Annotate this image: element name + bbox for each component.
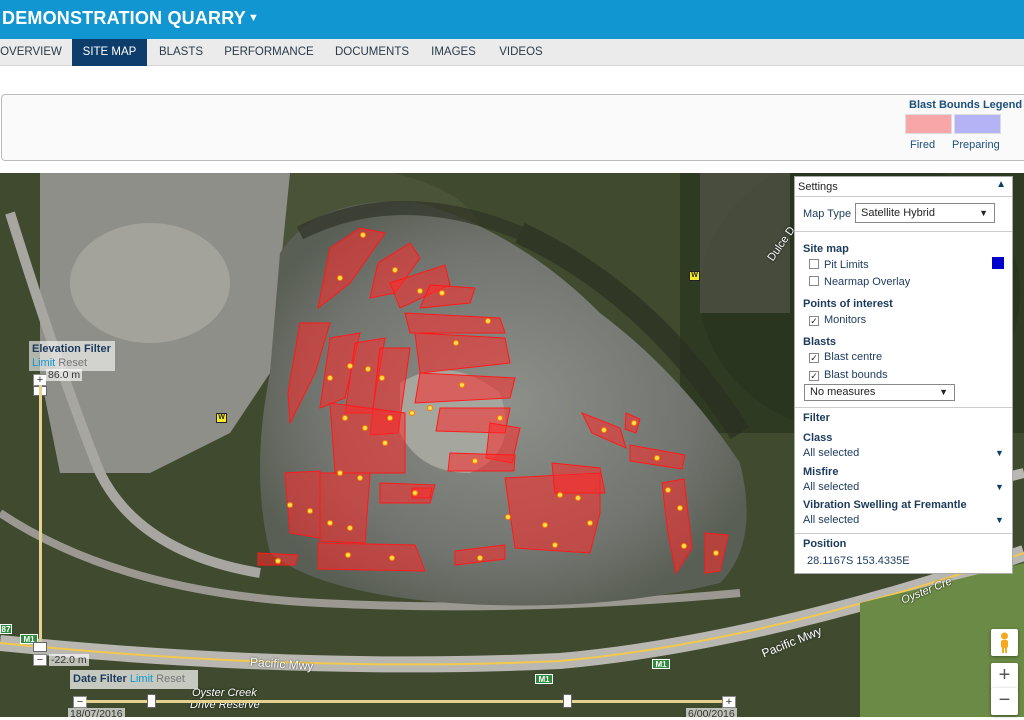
top-header-bar: DEMONSTRATION QUARRY ▼ (0, 0, 1024, 39)
divider (795, 231, 1012, 232)
zoom-in-button[interactable]: + (991, 663, 1018, 690)
points-of-interest-title: Points of interest (803, 298, 893, 310)
site-title: DEMONSTRATION QUARRY (2, 8, 246, 28)
settings-panel: Settings ▲ Map Type Satellite Hybrid ▼ S… (794, 176, 1013, 574)
site-selector[interactable]: DEMONSTRATION QUARRY ▼ (2, 8, 259, 29)
tab-performance[interactable]: PERFORMANCE (220, 39, 318, 66)
date-increase-button[interactable]: + (722, 696, 736, 708)
class-filter-value[interactable]: All selected (803, 447, 859, 459)
nearmap-overlay-label: Nearmap Overlay (824, 276, 911, 288)
blast-centre-checkbox[interactable]: ✓ Blast centre (809, 351, 882, 365)
date-filter: Date Filter Limit Reset (70, 670, 198, 689)
date-start-handle[interactable] (147, 694, 156, 708)
elevation-reset-link[interactable]: Reset (58, 357, 87, 369)
checkmark-icon: ✓ (809, 353, 819, 363)
misfire-filter-value[interactable]: All selected (803, 481, 859, 493)
blast-bounds-label: Blast bounds (824, 369, 888, 381)
measures-value: No measures (810, 386, 876, 398)
date-end-value: 6/00/2016 (686, 708, 737, 720)
chevron-down-icon[interactable]: ▼ (995, 448, 1004, 458)
blast-bounds-legend: Blast Bounds Legend Fired Preparing (1, 94, 1024, 161)
motorway-shield: M1 (535, 674, 553, 684)
fired-label: Fired (910, 139, 936, 151)
date-limit-link[interactable]: Limit (130, 673, 153, 685)
chevron-down-icon: ▼ (939, 387, 948, 397)
chevron-down-icon[interactable]: ▼ (995, 515, 1004, 525)
tab-overview[interactable]: OVERVIEW (0, 39, 62, 66)
vibration-filter-value[interactable]: All selected (803, 514, 859, 526)
checkbox-icon (809, 276, 819, 286)
pegman-icon (1001, 632, 1008, 653)
divider (795, 533, 1012, 534)
monitor-marker-icon[interactable]: W (216, 413, 227, 423)
settings-title: Settings (795, 177, 1012, 197)
zoom-out-button[interactable]: − (991, 688, 1018, 715)
preparing-label: Preparing (952, 139, 1000, 151)
monitors-checkbox[interactable]: ✓ Monitors (809, 314, 866, 328)
class-filter-label: Class (803, 432, 833, 444)
chevron-down-icon[interactable]: ▼ (995, 482, 1004, 492)
map-type-value: Satellite Hybrid (861, 207, 935, 219)
chevron-down-icon: ▼ (979, 208, 988, 218)
map-type-select[interactable]: Satellite Hybrid ▼ (855, 203, 995, 223)
map-type-label: Map Type (803, 208, 852, 220)
tab-documents[interactable]: DOCUMENTS (330, 39, 414, 66)
checkmark-icon: ✓ (809, 371, 819, 381)
motorway-shield: M1 (652, 659, 670, 669)
nearmap-overlay-checkbox[interactable]: Nearmap Overlay (809, 276, 910, 290)
elevation-filter-title: Elevation Filter (32, 343, 111, 355)
street-view-pegman-icon[interactable] (991, 629, 1018, 656)
monitors-label: Monitors (824, 314, 867, 326)
checkmark-icon: ✓ (809, 316, 819, 326)
motorway-shield: 87 (0, 624, 12, 634)
pit-limits-color-swatch[interactable] (992, 257, 1004, 269)
tab-videos[interactable]: VIDEOS (493, 39, 549, 66)
date-decrease-button[interactable]: − (73, 696, 87, 708)
date-start-value: 18/07/2016 (68, 708, 125, 720)
date-reset-link[interactable]: Reset (156, 673, 185, 685)
area-label: Oyster Creek (192, 687, 257, 699)
chevron-down-icon: ▼ (248, 12, 260, 24)
position-value: 28.1167S 153.4335E (807, 555, 910, 567)
blast-centre-label: Blast centre (824, 351, 883, 363)
preparing-swatch (954, 114, 1001, 134)
vibration-filter-label: Vibration Swelling at Fremantle (803, 499, 967, 511)
tab-site-map[interactable]: SITE MAP (72, 39, 147, 66)
elevation-max-value: 86.0 m (46, 369, 83, 381)
elevation-slider-track[interactable] (39, 385, 42, 647)
filter-section-title: Filter (803, 412, 830, 424)
fired-swatch (905, 114, 952, 134)
site-map-section-title: Site map (803, 243, 849, 255)
elevation-decrease-button[interactable]: − (33, 654, 47, 666)
date-slider-track[interactable] (86, 700, 730, 703)
elevation-min-value: -22.0 m (49, 654, 89, 666)
date-end-handle[interactable] (563, 694, 572, 708)
monitor-marker-icon[interactable]: W (689, 271, 700, 281)
tab-images[interactable]: IMAGES (426, 39, 481, 66)
main-nav: OVERVIEW SITE MAP BLASTS PERFORMANCE DOC… (0, 39, 1024, 66)
tab-blasts[interactable]: BLASTS (156, 39, 206, 66)
elevation-min-handle[interactable] (33, 642, 47, 652)
blasts-section-title: Blasts (803, 336, 837, 348)
legend-title: Blast Bounds Legend (909, 99, 1023, 111)
measures-select[interactable]: No measures ▼ (804, 384, 955, 401)
divider (795, 407, 1012, 408)
elevation-limit-link[interactable]: Limit (32, 357, 55, 369)
misfire-filter-label: Misfire (803, 466, 839, 478)
elevation-filter: Elevation Filter Limit Reset (29, 341, 115, 371)
collapse-up-icon[interactable]: ▲ (996, 179, 1006, 190)
date-filter-title: Date Filter (73, 673, 127, 685)
pit-limits-label: Pit Limits (824, 259, 869, 271)
position-title: Position (803, 538, 847, 550)
pit-limits-checkbox[interactable]: Pit Limits (809, 259, 869, 273)
blast-bounds-checkbox[interactable]: ✓ Blast bounds (809, 369, 888, 383)
checkbox-icon (809, 259, 819, 269)
